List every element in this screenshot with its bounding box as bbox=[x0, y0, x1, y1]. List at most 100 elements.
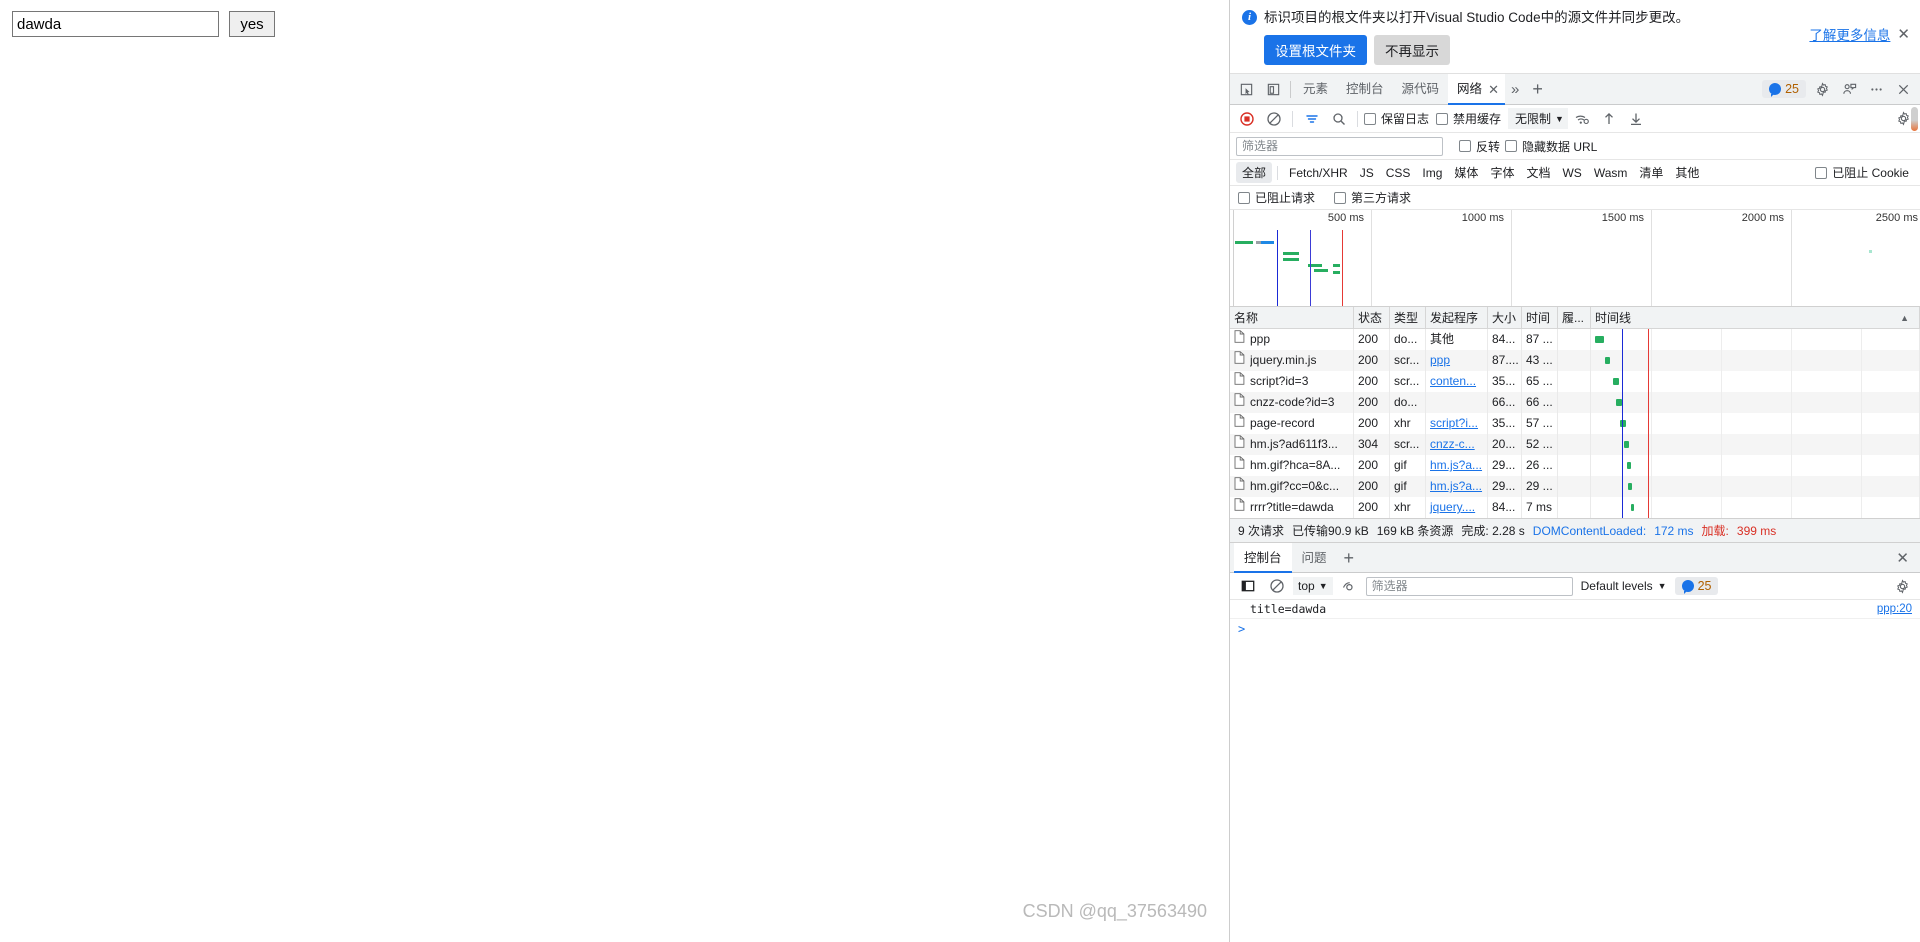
cell-name: hm.js?ad611f3... bbox=[1230, 434, 1354, 455]
console-settings-gear-icon[interactable] bbox=[1890, 574, 1915, 599]
clear-icon[interactable] bbox=[1261, 106, 1286, 131]
title-input[interactable] bbox=[12, 11, 219, 37]
column-header-status[interactable]: 状态 bbox=[1354, 307, 1390, 329]
type-filter-fetch-xhr[interactable]: Fetch/XHR bbox=[1283, 164, 1354, 182]
close-devtools-icon[interactable] bbox=[1890, 76, 1917, 103]
search-icon[interactable] bbox=[1326, 106, 1351, 131]
close-icon[interactable]: ✕ bbox=[1488, 83, 1499, 96]
device-toolbar-icon[interactable] bbox=[1260, 76, 1287, 103]
cell-type: do... bbox=[1390, 329, 1426, 350]
table-row[interactable]: ppp 200 do... 其他 84... 87 ... bbox=[1230, 329, 1920, 350]
console-prompt[interactable]: > bbox=[1230, 619, 1920, 639]
column-header-type[interactable]: 类型 bbox=[1390, 307, 1426, 329]
issues-badge[interactable]: 25 bbox=[1762, 80, 1806, 98]
submit-yes-button[interactable]: yes bbox=[229, 11, 275, 37]
clear-console-icon[interactable] bbox=[1264, 574, 1289, 599]
add-drawer-tab-button[interactable]: + bbox=[1337, 549, 1362, 567]
close-icon[interactable]: ✕ bbox=[1897, 27, 1910, 42]
record-stop-icon[interactable] bbox=[1234, 106, 1259, 131]
console-levels-dropdown[interactable]: Default levels ▼ bbox=[1577, 577, 1671, 595]
type-filter-wasm[interactable]: Wasm bbox=[1588, 164, 1634, 182]
type-filter-ws[interactable]: WS bbox=[1556, 164, 1587, 182]
inspect-element-icon[interactable] bbox=[1233, 76, 1260, 103]
console-issues-badge[interactable]: 25 bbox=[1674, 577, 1719, 595]
type-filter-manifest[interactable]: 清单 bbox=[1633, 162, 1669, 183]
tab-label: 网络 bbox=[1457, 81, 1483, 96]
type-filter-all[interactable]: 全部 bbox=[1236, 162, 1273, 183]
column-header-initiator[interactable]: 发起程序 bbox=[1426, 307, 1488, 329]
tab-network[interactable]: 网络 ✕ bbox=[1448, 73, 1505, 105]
dont-show-again-button[interactable]: 不再显示 bbox=[1374, 35, 1450, 65]
type-filter-img[interactable]: Img bbox=[1416, 164, 1448, 182]
set-root-folder-button[interactable]: 设置根文件夹 bbox=[1264, 35, 1367, 65]
console-filter-input[interactable] bbox=[1365, 576, 1573, 596]
network-overview-timeline[interactable]: 500 ms 1000 ms 1500 ms 2000 ms 2500 ms bbox=[1230, 210, 1920, 307]
waterfall-bar bbox=[1620, 420, 1626, 427]
cell-status: 200 bbox=[1354, 371, 1390, 392]
throttle-dropdown[interactable]: 无限制 ▼ bbox=[1508, 108, 1568, 129]
hide-data-urls-checkbox[interactable]: 隐藏数据 URL bbox=[1505, 138, 1597, 155]
table-row[interactable]: script?id=3 200 scr... conten... 35... 65 ... bbox=[1230, 371, 1920, 392]
cell-type: xhr bbox=[1390, 497, 1426, 518]
tab-elements[interactable]: 元素 bbox=[1294, 74, 1337, 105]
cell-initiator[interactable]: jquery.... bbox=[1426, 497, 1488, 518]
network-filter-input[interactable] bbox=[1236, 136, 1443, 156]
table-row[interactable]: jquery.min.js 200 scr... ppp 87.... 43 ... bbox=[1230, 350, 1920, 371]
column-header-size[interactable]: 大小 bbox=[1488, 307, 1522, 329]
invert-checkbox[interactable]: 反转 bbox=[1459, 138, 1500, 155]
cell-initiator[interactable]: script?i... bbox=[1426, 413, 1488, 434]
type-filter-doc[interactable]: 文档 bbox=[1520, 162, 1556, 183]
summary-dcl-value: 172 ms bbox=[1654, 523, 1694, 538]
learn-more-link[interactable]: 了解更多信息 bbox=[1809, 24, 1890, 44]
disable-cache-checkbox[interactable]: 禁用缓存 bbox=[1436, 110, 1501, 127]
table-row[interactable]: hm.gif?cc=0&c... 200 gif hm.js?a... 29... 29 … bbox=[1230, 476, 1920, 497]
tab-console[interactable]: 控制台 bbox=[1337, 74, 1393, 105]
table-row[interactable]: hm.js?ad611f3... 304 scr... cnzz-c... 20... 5… bbox=[1230, 434, 1920, 455]
overview-gridline bbox=[1791, 210, 1792, 306]
type-filter-media[interactable]: 媒体 bbox=[1448, 162, 1484, 183]
tab-sources[interactable]: 源代码 bbox=[1393, 74, 1449, 105]
cell-status: 200 bbox=[1354, 329, 1390, 350]
type-filter-other[interactable]: 其他 bbox=[1669, 162, 1705, 183]
table-row[interactable]: page-record 200 xhr script?i... 35... 57 ... bbox=[1230, 413, 1920, 434]
filter-icon[interactable] bbox=[1299, 106, 1324, 131]
column-header-time[interactable]: 时间 bbox=[1522, 307, 1558, 329]
cell-initiator[interactable]: hm.js?a... bbox=[1426, 476, 1488, 497]
feedback-icon[interactable] bbox=[1836, 76, 1863, 103]
export-har-icon[interactable] bbox=[1624, 106, 1649, 131]
add-tab-button[interactable]: + bbox=[1525, 80, 1550, 98]
drawer-tab-console[interactable]: 控制台 bbox=[1234, 542, 1292, 573]
console-message-source-link[interactable]: ppp:20 bbox=[1877, 603, 1912, 615]
import-har-icon[interactable] bbox=[1597, 106, 1622, 131]
column-header-waterfall[interactable]: 时间线 ▲ bbox=[1591, 307, 1920, 329]
console-context-selector[interactable]: top ▼ bbox=[1293, 577, 1333, 595]
preserve-log-checkbox[interactable]: 保留日志 bbox=[1364, 110, 1429, 127]
cell-initiator[interactable]: hm.js?a... bbox=[1426, 455, 1488, 476]
gear-icon[interactable] bbox=[1809, 76, 1836, 103]
checkbox-box bbox=[1459, 140, 1471, 152]
close-drawer-icon[interactable]: ✕ bbox=[1889, 549, 1916, 567]
column-header-waterfall-extra[interactable]: 履... bbox=[1558, 307, 1591, 329]
cell-time: 87 ... bbox=[1522, 329, 1558, 350]
table-row[interactable]: hm.gif?hca=8A... 200 gif hm.js?a... 29... 26 … bbox=[1230, 455, 1920, 476]
live-expression-eye-icon[interactable] bbox=[1337, 574, 1362, 599]
cell-initiator[interactable]: cnzz-c... bbox=[1426, 434, 1488, 455]
cell-initiator[interactable]: ppp bbox=[1426, 350, 1488, 371]
blocked-requests-checkbox[interactable]: 已阻止请求 bbox=[1238, 189, 1315, 206]
cell-waterfall bbox=[1591, 476, 1920, 497]
third-party-requests-checkbox[interactable]: 第三方请求 bbox=[1334, 189, 1411, 206]
console-sidebar-icon[interactable] bbox=[1235, 574, 1260, 599]
more-tabs-icon[interactable]: » bbox=[1505, 81, 1525, 98]
table-row[interactable]: rrrr?title=dawda 200 xhr jquery.... 84... 7 m… bbox=[1230, 497, 1920, 518]
column-header-name[interactable]: 名称 bbox=[1230, 307, 1354, 329]
table-row[interactable]: cnzz-code?id=3 200 do... 66... 66 ... bbox=[1230, 392, 1920, 413]
type-filter-css[interactable]: CSS bbox=[1380, 164, 1417, 182]
cell-initiator[interactable]: conten... bbox=[1426, 371, 1488, 392]
blocked-cookies-checkbox[interactable]: 已阻止 Cookie bbox=[1815, 164, 1909, 181]
type-filter-font[interactable]: 字体 bbox=[1484, 162, 1520, 183]
network-conditions-icon[interactable] bbox=[1570, 106, 1595, 131]
drawer-tab-issues[interactable]: 问题 bbox=[1292, 543, 1337, 573]
more-options-icon[interactable] bbox=[1863, 76, 1890, 103]
type-filter-js[interactable]: JS bbox=[1354, 164, 1380, 182]
overview-gridline bbox=[1511, 210, 1512, 306]
